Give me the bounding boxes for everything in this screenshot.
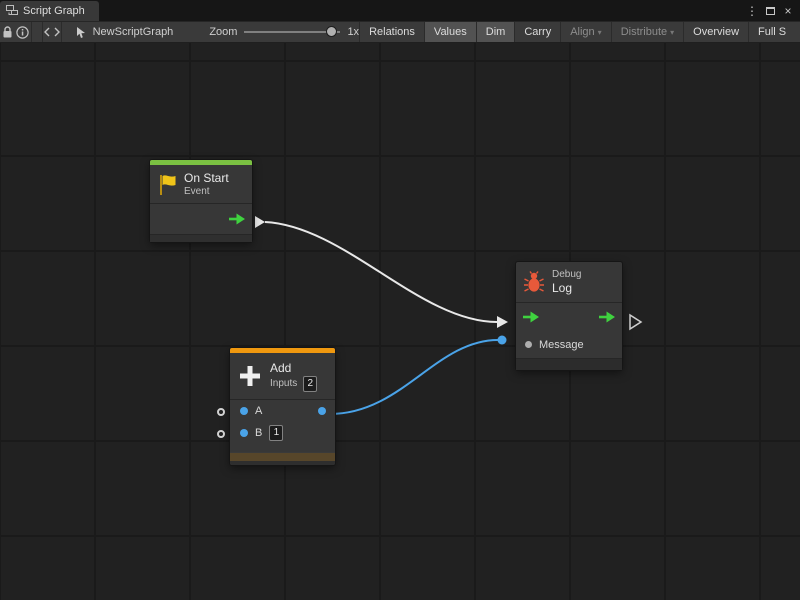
graph-toolbar: NewScriptGraph Zoom 1x Relations Values … [0,21,800,43]
port-b-label: B [255,427,262,439]
node-spacer [230,444,335,452]
script-graph-tab-icon [6,4,18,19]
on-start-node[interactable]: On Start Event [150,160,252,242]
toolbar-spacer [31,22,42,42]
fullscreen-label: Full S [758,26,786,38]
window-controls: ⋮ × [744,0,800,21]
message-port-dot[interactable] [525,341,532,348]
zoom-value: 1x [347,26,359,38]
on-start-exit-row [150,204,252,234]
wire-onstart-to-log[interactable] [265,222,497,322]
connection-wires [0,43,800,600]
carry-button[interactable]: Carry [514,22,560,42]
code-view-icon[interactable] [42,22,61,42]
info-icon[interactable] [15,22,30,42]
green-arrow-icon [522,311,540,323]
control-exit-port[interactable] [228,213,246,225]
node-title: Add [270,361,317,376]
node-category: Debug [552,269,581,281]
add-footer-bar [230,452,335,461]
overview-label: Overview [693,26,739,38]
add-node[interactable]: Add Inputs 2 A B 1 [230,348,335,465]
carry-label: Carry [524,26,551,38]
maximize-glyph [766,7,775,15]
distribute-label: Distribute [621,26,667,38]
zoom-control: Zoom 1x [209,21,359,43]
on-start-header: On Start Event [150,165,252,203]
debug-log-header: Debug Log [516,262,622,302]
message-port-row: Message [516,331,622,358]
green-arrow-icon [598,311,616,323]
wire-end-dot [498,336,507,345]
overview-button[interactable]: Overview [683,22,748,42]
values-button[interactable]: Values [424,22,476,42]
port-b-value-field[interactable]: 1 [269,425,283,441]
dropdown-caret-icon: ▾ [670,28,674,37]
port-b-dot[interactable] [240,429,248,437]
node-title: On Start [184,171,229,186]
graph-breadcrumb[interactable]: NewScriptGraph [62,22,184,42]
wire-add-to-message[interactable] [330,340,498,414]
dropdown-caret-icon: ▾ [598,28,602,37]
add-output-port-dot[interactable] [318,407,326,415]
close-icon[interactable]: × [780,0,796,21]
kebab-menu-icon[interactable]: ⋮ [744,0,760,21]
align-button[interactable]: Align ▾ [560,22,610,42]
node-subtitle: Event [184,186,229,198]
zoom-slider-thumb[interactable] [326,26,337,37]
cursor-icon [76,26,87,39]
flag-icon [157,173,177,196]
port-b-row: B 1 [230,422,335,444]
titlebar: Script Graph ⋮ × [0,0,800,21]
inputs-label: Inputs [270,378,297,390]
control-enter-port[interactable] [522,311,540,323]
message-port-label: Message [539,339,584,351]
tab-title: Script Graph [23,5,85,17]
tab-script-graph[interactable]: Script Graph [0,1,99,21]
node-footer [516,358,622,370]
log-flow-row [516,303,622,331]
zoom-label: Zoom [209,26,237,38]
log-exit-port-triangle[interactable] [630,315,641,329]
port-a-label: A [255,405,262,417]
add-header: Add Inputs 2 [230,353,335,399]
port-a-row: A [230,400,335,422]
lock-icon[interactable] [0,22,15,42]
debug-log-node[interactable]: Debug Log Message [516,262,622,370]
toolbar-buttons: Relations Values Dim Carry Align ▾ Distri… [359,22,800,42]
inputs-count-field[interactable]: 2 [303,376,317,392]
port-a-dot[interactable] [240,407,248,415]
dim-label: Dim [486,26,506,38]
graph-canvas[interactable]: On Start Event Debug [0,43,800,600]
dim-button[interactable]: Dim [476,22,515,42]
script-graph-window: Script Graph ⋮ × NewScriptGraph Zoom [0,0,800,600]
zoom-slider[interactable] [244,21,340,43]
fullscreen-button[interactable]: Full S [748,22,800,42]
wire-end-arrow [497,316,508,328]
relations-button[interactable]: Relations [359,22,424,42]
port-b-connector[interactable] [217,430,225,438]
values-label: Values [434,26,467,38]
control-exit-port[interactable] [598,311,616,323]
graph-name: NewScriptGraph [93,26,174,38]
align-label: Align [570,26,594,38]
green-arrow-icon [228,213,246,225]
node-footer [230,461,335,465]
bug-icon [523,271,545,293]
maximize-icon[interactable] [762,0,778,21]
plus-icon [237,363,263,389]
port-a-connector[interactable] [217,408,225,416]
wire-start-arrow [255,216,265,228]
node-title: Log [552,281,581,296]
relations-label: Relations [369,26,415,38]
distribute-button[interactable]: Distribute▾ [611,22,683,42]
node-footer [150,234,252,242]
